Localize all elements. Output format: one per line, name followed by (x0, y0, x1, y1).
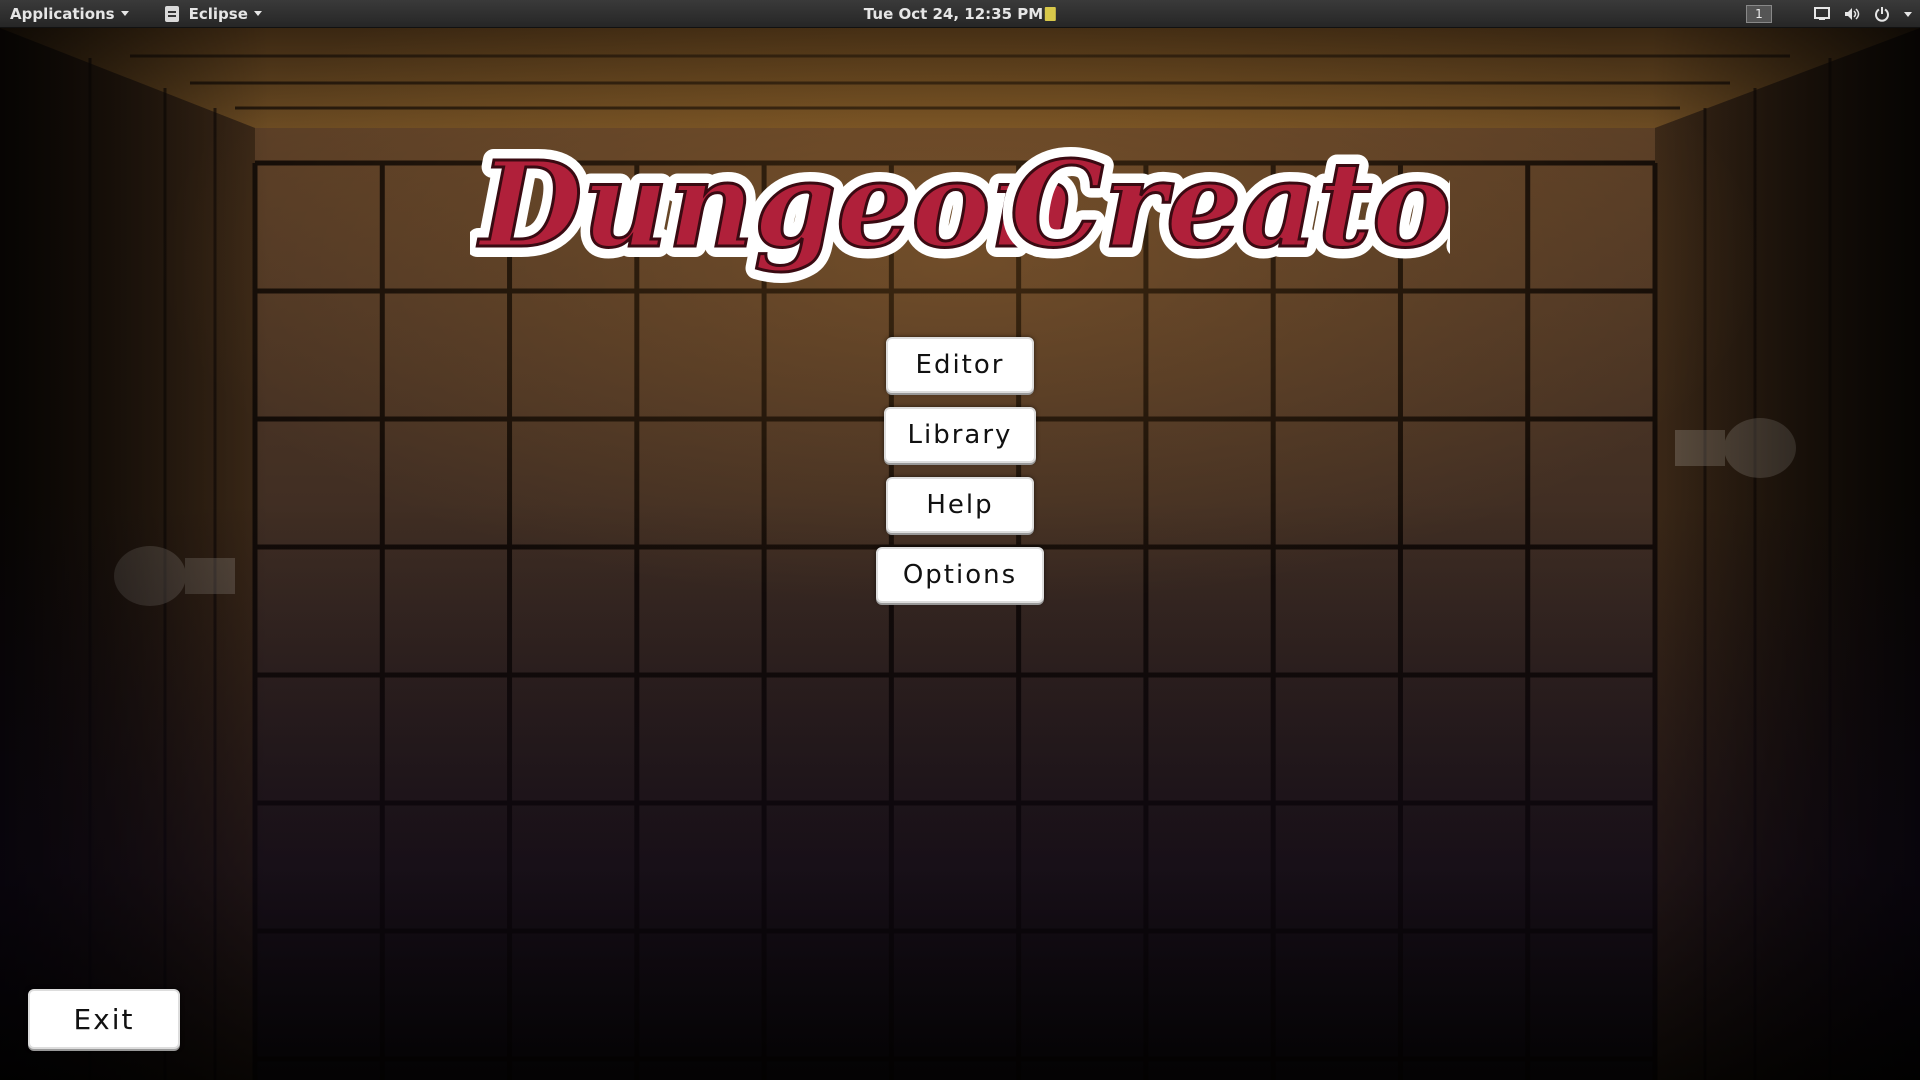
logo-title-word2: Creator (1010, 135, 1450, 274)
applications-label: Applications (10, 4, 115, 23)
game-window: Dungeon Dungeon Creator Creator Editor L… (0, 28, 1920, 1080)
applications-menu[interactable]: Applications (0, 0, 139, 28)
eclipse-icon (164, 5, 179, 22)
chevron-down-icon[interactable] (1904, 11, 1912, 17)
editor-button[interactable]: Editor (886, 337, 1034, 393)
library-button[interactable]: Library (884, 407, 1036, 463)
app-menu[interactable]: Eclipse (155, 0, 272, 28)
clock-label: Tue Oct 24, 12:35 PM (863, 4, 1044, 23)
system-top-panel: Applications Eclipse Tue Oct 24, 12:35 P… (0, 0, 1920, 28)
volume-icon[interactable] (1844, 6, 1860, 22)
chevron-down-icon (120, 11, 129, 16)
help-button[interactable]: Help (886, 477, 1034, 533)
options-button[interactable]: Options (876, 547, 1044, 603)
clock[interactable]: Tue Oct 24, 12:35 PM (863, 4, 1057, 23)
chevron-down-icon (253, 11, 262, 16)
game-logo: Dungeon Dungeon Creator Creator (470, 124, 1450, 285)
logo-title-word1: Dungeon (477, 135, 1076, 274)
workspace-indicator[interactable]: 1 (1746, 5, 1772, 23)
display-icon[interactable] (1814, 6, 1830, 22)
power-icon[interactable] (1874, 6, 1890, 22)
clipboard-note-icon (1045, 6, 1057, 21)
app-menu-label: Eclipse (188, 4, 248, 23)
exit-button[interactable]: Exit (28, 989, 180, 1049)
system-tray: 1 (1746, 0, 1912, 28)
